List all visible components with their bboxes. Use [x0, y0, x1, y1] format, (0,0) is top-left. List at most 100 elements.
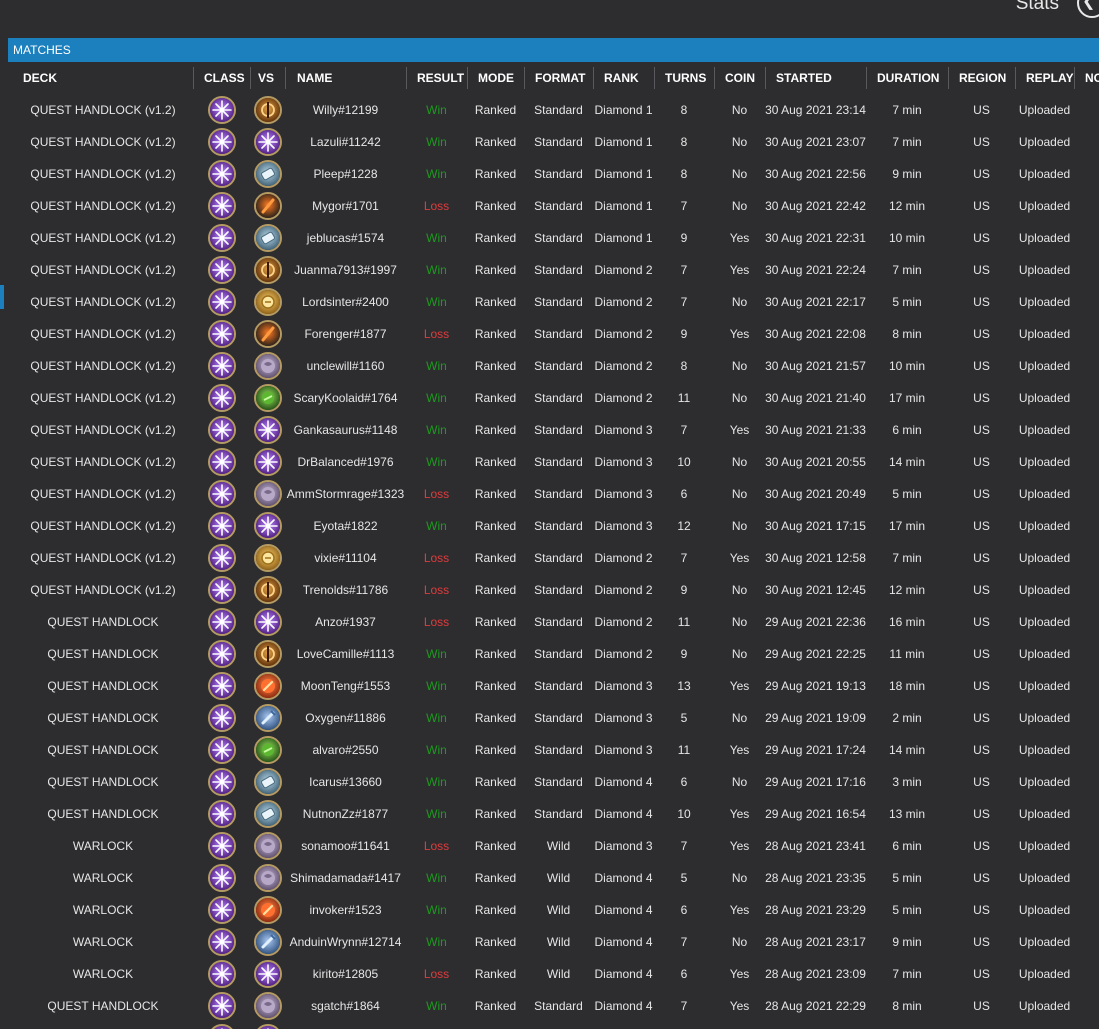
table-row[interactable]	[13, 1022, 1099, 1029]
cell-mode: Ranked	[474, 519, 517, 533]
cell-deck: QUEST HANDLOCK	[47, 679, 159, 693]
table-row[interactable]: QUEST HANDLOCK NutnonZz#1877 Win Ranked Stan…	[13, 798, 1099, 830]
table-row[interactable]: QUEST HANDLOCK (v1.2) vixie#11104 Loss Rank…	[13, 542, 1099, 574]
warlock-class-icon	[208, 640, 236, 668]
table-row[interactable]: QUEST HANDLOCK alvaro#2550 Win Ranked Standa…	[13, 734, 1099, 766]
cell-deck: WARLOCK	[72, 903, 134, 917]
cell-region: US	[973, 839, 990, 853]
cell-rank: Diamond 2	[594, 583, 653, 597]
table-row[interactable]: QUEST HANDLOCK (v1.2) jeblucas#1574 Win Ran…	[13, 222, 1099, 254]
column-header-vs[interactable]: VS	[250, 67, 285, 89]
cell-started: 30 Aug 2021 21:40	[765, 391, 866, 405]
cell-result: Win	[426, 295, 447, 309]
paladin-class-icon	[254, 288, 282, 316]
cell-rank: Diamond 1	[594, 199, 653, 213]
table-row[interactable]: WARLOCK Shimadamada#1417 Win Ranked Wild Diam…	[13, 862, 1099, 894]
table-row[interactable]: QUEST HANDLOCK (v1.2) Lordsinter#2400 Win R…	[13, 286, 1099, 318]
table-row[interactable]: WARLOCK invoker#1523 Win Ranked Wild Diamond …	[13, 894, 1099, 926]
matches-section-header: MATCHES	[8, 38, 1099, 62]
table-row[interactable]: QUEST HANDLOCK (v1.2) AmmStormrage#1323 Lo…	[13, 478, 1099, 510]
column-header-no[interactable]: NO	[1074, 67, 1099, 89]
table-row[interactable]: WARLOCK kirito#12805 Loss Ranked Wild Diamond…	[13, 958, 1099, 990]
cell-name: invoker#1523	[309, 903, 382, 917]
warrior-class-icon	[254, 640, 282, 668]
cell-region: US	[973, 999, 990, 1013]
table-row[interactable]: QUEST HANDLOCK (v1.2) ScaryKoolaid#1764 Wi…	[13, 382, 1099, 414]
cell-format: Standard	[534, 295, 583, 309]
cell-replay: Uploaded	[1018, 135, 1071, 149]
cell-format: Wild	[546, 903, 571, 917]
shaman-class-icon	[254, 928, 282, 956]
cell-result: Win	[426, 935, 447, 949]
cell-coin: Yes	[729, 999, 750, 1013]
column-header-name[interactable]: NAME	[285, 67, 406, 89]
column-header-started[interactable]: STARTED	[765, 67, 866, 89]
cell-result: Win	[426, 231, 447, 245]
warlock-class-icon	[208, 96, 236, 124]
cell-started: 30 Aug 2021 22:17	[765, 295, 866, 309]
table-row[interactable]: QUEST HANDLOCK (v1.2) unclewill#1160 Win Ra…	[13, 350, 1099, 382]
cell-turns: 8	[680, 167, 688, 181]
table-row[interactable]: QUEST HANDLOCK (v1.2) Pleep#1228 Win Ranked…	[13, 158, 1099, 190]
cell-started: 28 Aug 2021 23:35	[765, 871, 866, 885]
cell-coin: Yes	[729, 743, 750, 757]
cell-format: Standard	[534, 455, 583, 469]
table-row[interactable]: QUEST HANDLOCK LoveCamille#1113 Win Ranked S…	[13, 638, 1099, 670]
rogue-class-icon	[254, 192, 282, 220]
table-row[interactable]: QUEST HANDLOCK Icarus#13660 Win Ranked Stand…	[13, 766, 1099, 798]
column-header-class[interactable]: CLASS	[193, 67, 250, 89]
table-row[interactable]: QUEST HANDLOCK (v1.2) Juanma7913#1997 Win R…	[13, 254, 1099, 286]
cell-rank: Diamond 3	[594, 423, 653, 437]
cell-turns: 9	[680, 327, 688, 341]
cell-mode: Ranked	[474, 839, 517, 853]
column-header-turns[interactable]: TURNS	[654, 67, 714, 89]
cell-rank: Diamond 4	[594, 935, 653, 949]
cell-region: US	[973, 903, 990, 917]
table-row[interactable]: QUEST HANDLOCK (v1.2) Gankasaurus#1148 Win…	[13, 414, 1099, 446]
column-header-result[interactable]: RESULT	[406, 67, 467, 89]
column-header-mode[interactable]: MODE	[467, 67, 524, 89]
column-header-deck[interactable]: DECK	[13, 67, 193, 89]
cell-coin: No	[731, 167, 748, 181]
column-header-duration[interactable]: DURATION	[866, 67, 948, 89]
column-header-replay[interactable]: REPLAY	[1015, 67, 1074, 89]
cell-mode: Ranked	[474, 135, 517, 149]
cell-replay: Uploaded	[1018, 263, 1071, 277]
column-header-coin[interactable]: COIN	[714, 67, 765, 89]
cell-mode: Ranked	[474, 231, 517, 245]
cell-deck	[13, 1022, 193, 1029]
table-row[interactable]: QUEST HANDLOCK (v1.2) DrBalanced#1976 Win R…	[13, 446, 1099, 478]
warlock-class-icon	[254, 608, 282, 636]
column-header-format[interactable]: FORMAT	[524, 67, 593, 89]
table-row[interactable]: QUEST HANDLOCK (v1.2) Forenger#1877 Loss Ra…	[13, 318, 1099, 350]
table-row[interactable]: QUEST HANDLOCK (v1.2) Lazuli#11242 Win Rank…	[13, 126, 1099, 158]
table-row[interactable]: QUEST HANDLOCK MoonTeng#1553 Win Ranked Stan…	[13, 670, 1099, 702]
cell-turns: 7	[680, 839, 688, 853]
cell-replay: Uploaded	[1018, 903, 1071, 917]
table-row[interactable]: QUEST HANDLOCK (v1.2) Mygor#1701 Loss Ranke…	[13, 190, 1099, 222]
table-row[interactable]: QUEST HANDLOCK (v1.2) Eyota#1822 Win Ranked…	[13, 510, 1099, 542]
table-row[interactable]: QUEST HANDLOCK Anzo#1937 Loss Ranked Standar…	[13, 606, 1099, 638]
back-button[interactable]: ❮	[1077, 0, 1099, 18]
cell-name: Forenger#1877	[304, 327, 387, 341]
warlock-class-icon	[208, 768, 236, 796]
table-row[interactable]: QUEST HANDLOCK (v1.2) Trenolds#11786 Loss R…	[13, 574, 1099, 606]
table-row[interactable]: WARLOCK sonamoo#11641 Loss Ranked Wild Diamon…	[13, 830, 1099, 862]
table-row[interactable]: QUEST HANDLOCK (v1.2) Willy#12199 Win Ranke…	[13, 94, 1099, 126]
cell-replay: Uploaded	[1018, 999, 1071, 1013]
warlock-class-icon	[208, 1024, 236, 1029]
cell-rank: Diamond 1	[594, 135, 653, 149]
table-row[interactable]: WARLOCK AnduinWrynn#12714 Win Ranked Wild Dia…	[13, 926, 1099, 958]
table-row[interactable]: QUEST HANDLOCK sgatch#1864 Win Ranked Standa…	[13, 990, 1099, 1022]
cell-replay: Uploaded	[1018, 455, 1071, 469]
warlock-class-icon	[208, 128, 236, 156]
table-row[interactable]: QUEST HANDLOCK Oxygen#11886 Win Ranked Stand…	[13, 702, 1099, 734]
column-header-rank[interactable]: RANK	[593, 67, 654, 89]
cell-mode: Ranked	[474, 359, 517, 373]
column-header-region[interactable]: REGION	[948, 67, 1015, 89]
cell-name: Gankasaurus#1148	[293, 423, 398, 437]
cell-rank: Diamond 3	[594, 487, 653, 501]
cell-deck: QUEST HANDLOCK	[47, 711, 159, 725]
cell-result: Win	[426, 871, 447, 885]
cell-coin: No	[731, 711, 748, 725]
